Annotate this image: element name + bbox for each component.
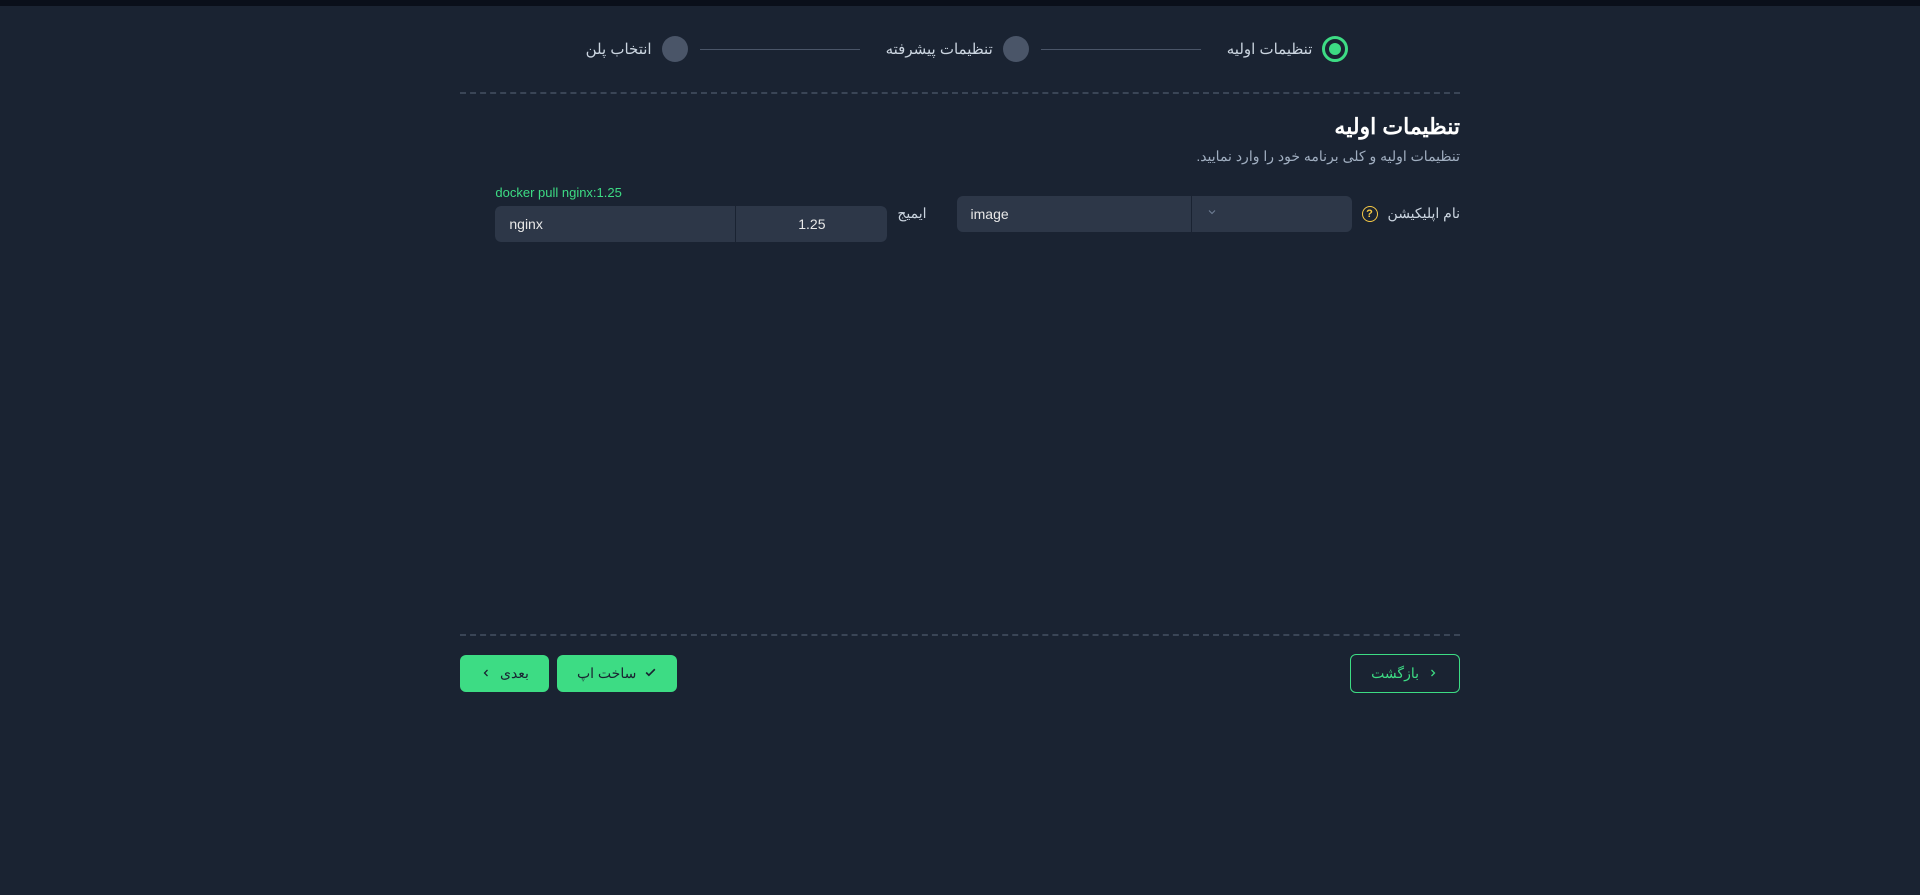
step-label: تنظیمات پیشرفته xyxy=(886,40,993,58)
step-label: تنظیمات اولیه xyxy=(1227,40,1313,58)
image-field-group: ایمیج docker pull nginx:1.25 xyxy=(495,185,926,242)
footer-actions: بازگشت ساخت اپ بعدی xyxy=(460,636,1460,693)
check-icon xyxy=(644,666,657,682)
back-button-label: بازگشت xyxy=(1371,665,1419,682)
stepper: تنظیمات اولیه تنظیمات پیشرفته انتخاب پلن xyxy=(460,36,1460,62)
form-row: نام اپلیکیشن ? ایمیج docker pull nginx:1… xyxy=(460,185,1460,242)
step-select-plan[interactable]: انتخاب پلن xyxy=(572,36,688,62)
step-connector xyxy=(700,49,860,50)
section-title: تنظیمات اولیه xyxy=(460,114,1460,140)
app-name-namespace-select[interactable] xyxy=(1192,196,1352,232)
help-icon[interactable]: ? xyxy=(1362,206,1378,222)
back-button[interactable]: بازگشت xyxy=(1350,654,1460,693)
step-advanced-settings[interactable]: تنظیمات پیشرفته xyxy=(872,36,1029,62)
next-button-label: بعدی xyxy=(500,665,529,682)
create-app-button[interactable]: ساخت اپ xyxy=(557,655,677,692)
step-circle xyxy=(1003,36,1029,62)
app-name-field-group: نام اپلیکیشن ? xyxy=(957,196,1460,232)
docker-pull-hint: docker pull nginx:1.25 xyxy=(495,185,887,200)
step-circle xyxy=(662,36,688,62)
app-name-input[interactable] xyxy=(957,196,1192,232)
chevron-left-icon xyxy=(480,667,492,681)
create-app-label: ساخت اپ xyxy=(577,665,636,682)
primary-button-group: ساخت اپ بعدی xyxy=(460,655,677,692)
image-name-input[interactable] xyxy=(495,206,735,242)
image-tag-input[interactable] xyxy=(735,206,887,242)
chevron-right-icon xyxy=(1427,667,1439,681)
next-button[interactable]: بعدی xyxy=(460,655,549,692)
section-subtitle: تنظیمات اولیه و کلی برنامه خود را وارد ن… xyxy=(460,148,1460,165)
step-label: انتخاب پلن xyxy=(586,40,652,58)
app-name-label: نام اپلیکیشن xyxy=(1388,205,1460,222)
image-label: ایمیج xyxy=(897,205,926,222)
step-initial-settings[interactable]: تنظیمات اولیه xyxy=(1213,36,1349,62)
chevron-down-icon xyxy=(1206,206,1218,221)
step-circle-active xyxy=(1322,36,1348,62)
step-connector xyxy=(1041,49,1201,50)
app-name-input-group xyxy=(957,196,1352,232)
